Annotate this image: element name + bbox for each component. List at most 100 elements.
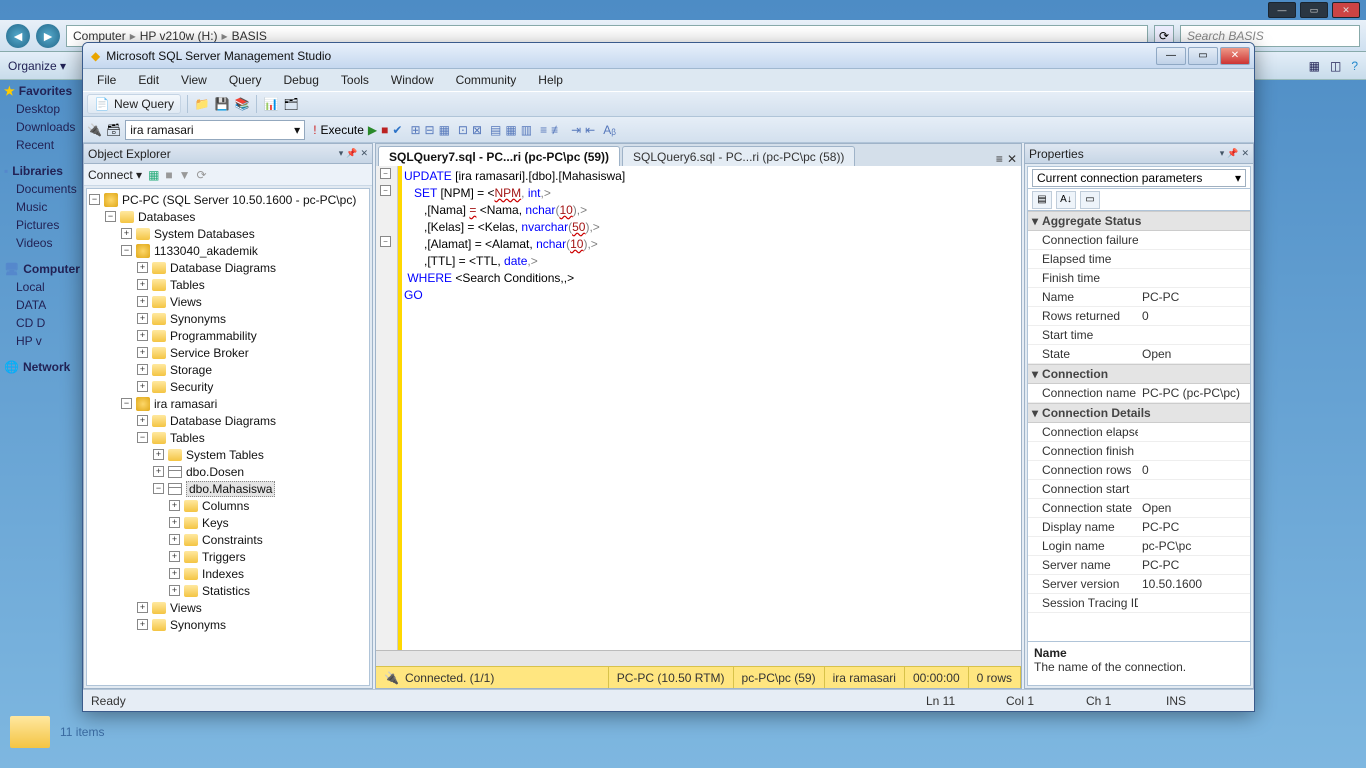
db1-servicebroker[interactable]: Service Broker (170, 346, 249, 360)
db1-views[interactable]: Views (170, 295, 202, 309)
organize-menu[interactable]: Organize ▾ (8, 59, 66, 73)
breadcrumb-computer[interactable]: Computer (73, 29, 126, 43)
outdent-icon[interactable]: ⇤ (585, 123, 595, 137)
nav-network[interactable]: Network (23, 360, 70, 374)
save-all-icon[interactable]: 📚 (234, 96, 250, 112)
query-options-icon[interactable]: ⊟ (425, 123, 435, 137)
nav-music[interactable]: Music (16, 200, 47, 214)
props-dropdown-icon[interactable]: ▾ (1220, 148, 1225, 159)
tab-query7[interactable]: SQLQuery7.sql - PC...ri (pc-PC\pc (59)) (378, 146, 620, 166)
explorer-maximize[interactable]: ▭ (1300, 2, 1328, 18)
props-close-icon[interactable]: ✕ (1241, 148, 1249, 159)
system-tables[interactable]: System Tables (186, 448, 264, 462)
cat-connection[interactable]: Connection (1042, 367, 1108, 381)
db2-synonyms[interactable]: Synonyms (170, 618, 226, 632)
execute-button[interactable]: Execute (321, 123, 364, 137)
nav-favorites[interactable]: Favorites (19, 84, 72, 98)
breadcrumb-drive[interactable]: HP v210w (H:) (140, 29, 218, 43)
breadcrumb-folder[interactable]: BASIS (232, 29, 267, 43)
nav-local[interactable]: Local (16, 280, 45, 294)
nav-hp[interactable]: HP v (16, 334, 42, 348)
server-node[interactable]: PC-PC (SQL Server 10.50.1600 - pc-PC\pc) (122, 193, 356, 207)
tab-query6[interactable]: SQLQuery6.sql - PC...ri (pc-PC\pc (58)) (622, 146, 855, 166)
help-icon[interactable]: ? (1351, 59, 1358, 73)
uncomment-icon[interactable]: ≢ (551, 123, 563, 137)
estimated-plan-icon[interactable]: ⊞ (410, 123, 420, 137)
databases-node[interactable]: Databases (138, 210, 195, 224)
props-alpha-icon[interactable]: A↓ (1056, 191, 1076, 209)
explorer-minimize[interactable]: — (1268, 2, 1296, 18)
nav-forward-button[interactable]: ► (36, 24, 60, 48)
db2-tables[interactable]: Tables (170, 431, 205, 445)
results-text-icon[interactable]: ▤ (490, 123, 501, 137)
db-akademik[interactable]: 1133040_akademik (154, 244, 258, 258)
nav-documents[interactable]: Documents (16, 182, 77, 196)
activity-monitor-icon[interactable]: 📊 (263, 96, 279, 112)
db1-synonyms[interactable]: Synonyms (170, 312, 226, 326)
panel-pin-icon[interactable]: 📌 (346, 148, 357, 159)
results-file-icon[interactable]: ▥ (521, 123, 532, 137)
sql-editor[interactable]: − − − UPDATE [ira ramasari].[dbo].[Mahas… (376, 166, 1021, 666)
mhs-statistics[interactable]: Statistics (202, 584, 250, 598)
open-file-icon[interactable]: 📁 (194, 96, 210, 112)
mhs-triggers[interactable]: Triggers (202, 550, 246, 564)
mhs-indexes[interactable]: Indexes (202, 567, 244, 581)
outline-collapse-1[interactable]: − (380, 168, 391, 179)
nav-recent[interactable]: Recent (16, 138, 54, 152)
cat-connection-details[interactable]: Connection Details (1042, 406, 1151, 420)
connect-button[interactable]: Connect ▾ (88, 168, 142, 182)
props-categorized-icon[interactable]: ▤ (1032, 191, 1052, 209)
ssms-minimize-button[interactable]: — (1156, 47, 1186, 65)
nav-computer[interactable]: Computer (23, 262, 80, 276)
nav-data[interactable]: DATA (16, 298, 46, 312)
oe-filter-icon[interactable]: ▼ (179, 168, 191, 182)
nav-cd[interactable]: CD D (16, 316, 45, 330)
menu-edit[interactable]: Edit (128, 71, 169, 89)
sysdb-node[interactable]: System Databases (154, 227, 255, 241)
tab-close-icon[interactable]: ✕ (1007, 152, 1017, 166)
outline-collapse-3[interactable]: − (380, 236, 391, 247)
parse-icon[interactable]: ✔ (392, 123, 402, 137)
tab-list-icon[interactable]: ≡ (996, 152, 1003, 166)
mhs-keys[interactable]: Keys (202, 516, 229, 530)
nav-desktop[interactable]: Desktop (16, 102, 60, 116)
nav-libraries[interactable]: Libraries (12, 164, 63, 178)
menu-view[interactable]: View (171, 71, 217, 89)
indent-icon[interactable]: ⇥ (571, 123, 581, 137)
save-icon[interactable]: 💾 (214, 96, 230, 112)
explorer-close[interactable]: ✕ (1332, 2, 1360, 18)
oe-refresh-icon[interactable]: ⟳ (197, 168, 207, 182)
db2-diagrams[interactable]: Database Diagrams (170, 414, 276, 428)
menu-window[interactable]: Window (381, 71, 444, 89)
table-dosen[interactable]: dbo.Dosen (186, 465, 244, 479)
registered-servers-icon[interactable]: 🗂 (283, 96, 299, 112)
props-pin-icon[interactable]: 📌 (1227, 148, 1238, 159)
mhs-constraints[interactable]: Constraints (202, 533, 263, 547)
properties-grid[interactable]: ▾Aggregate Status Connection failure Ela… (1028, 211, 1250, 641)
database-combo[interactable]: ira ramasari ▾ (125, 120, 305, 140)
table-mahasiswa[interactable]: dbo.Mahasiswa (186, 481, 275, 497)
panel-close-icon[interactable]: ✕ (360, 148, 368, 159)
stop-icon[interactable]: ■ (381, 123, 388, 137)
nav-videos[interactable]: Videos (16, 236, 52, 250)
intellisense-icon[interactable]: ▦ (439, 123, 450, 137)
menu-file[interactable]: File (87, 71, 126, 89)
db1-diagrams[interactable]: Database Diagrams (170, 261, 276, 275)
menu-tools[interactable]: Tools (331, 71, 379, 89)
oe-stop-icon[interactable]: ■ (165, 168, 172, 182)
object-explorer-tree[interactable]: −PC-PC (SQL Server 10.50.1600 - pc-PC\pc… (86, 188, 370, 686)
db2-views[interactable]: Views (170, 601, 202, 615)
db1-security[interactable]: Security (170, 380, 213, 394)
menu-query[interactable]: Query (219, 71, 272, 89)
editor-hscrollbar[interactable] (376, 650, 1021, 666)
db1-storage[interactable]: Storage (170, 363, 212, 377)
cat-aggregate[interactable]: Aggregate Status (1042, 214, 1141, 228)
menu-help[interactable]: Help (528, 71, 573, 89)
menu-debug[interactable]: Debug (274, 71, 329, 89)
outline-collapse-2[interactable]: − (380, 185, 391, 196)
specify-values-icon[interactable]: Aᵦ (603, 123, 616, 137)
db1-programmability[interactable]: Programmability (170, 329, 257, 343)
ssms-titlebar[interactable]: ◆ Microsoft SQL Server Management Studio… (83, 43, 1254, 69)
results-grid-icon[interactable]: ▦ (505, 123, 516, 137)
preview-pane-icon[interactable]: ◫ (1330, 59, 1341, 73)
